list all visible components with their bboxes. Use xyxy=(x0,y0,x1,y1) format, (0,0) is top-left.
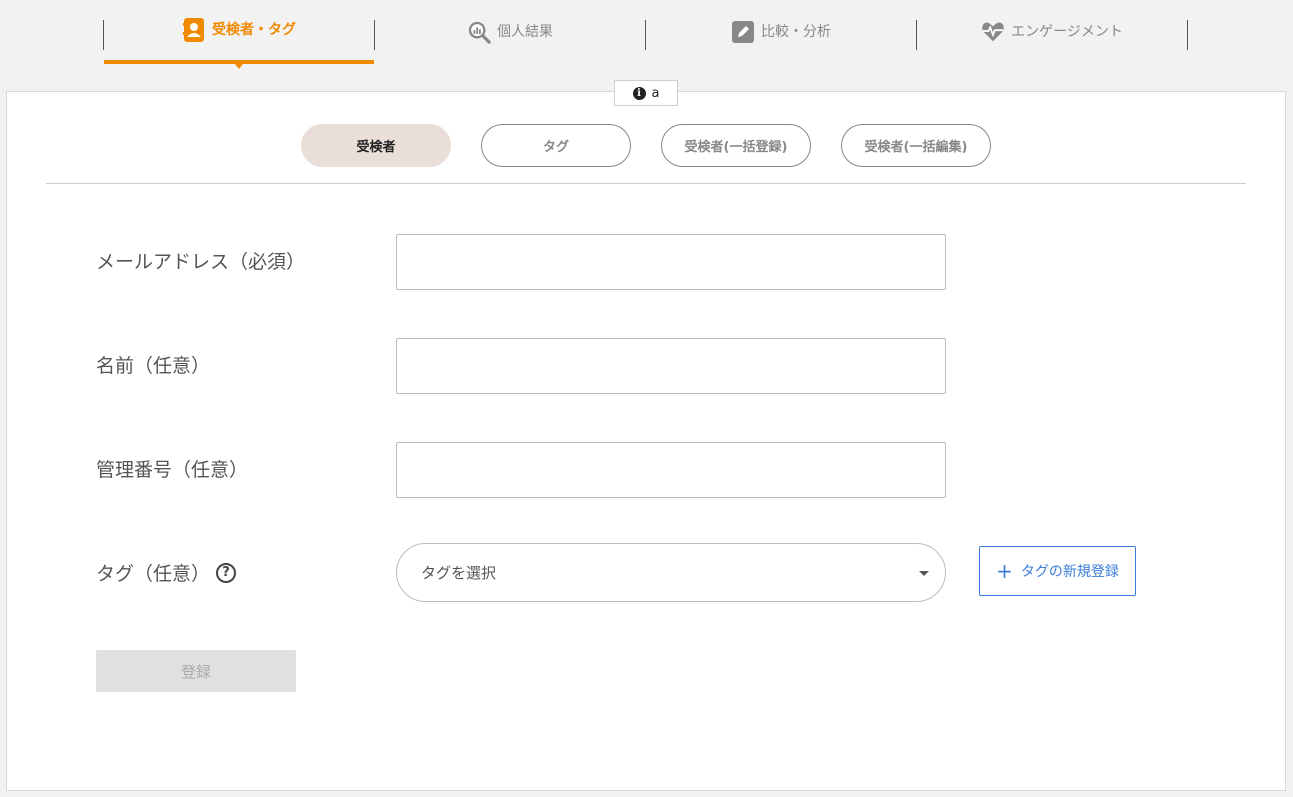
subtab-bulk-edit[interactable]: 受検者(一括編集) xyxy=(841,124,991,167)
tab-label: 比較・分析 xyxy=(761,24,831,40)
tab-examinees-tags[interactable]: 受検者・タグ xyxy=(104,0,374,69)
magnify-chart-icon xyxy=(467,20,491,44)
subtab-group: 受検者 タグ 受検者(一括登録) 受検者(一括編集) xyxy=(301,124,991,167)
tab-engagement[interactable]: エンゲージメント xyxy=(917,0,1187,64)
email-label: メールアドレス（必須） xyxy=(96,251,306,273)
top-navigation: 受検者・タグ 個人結果 比較・分析 エンゲージメント xyxy=(0,0,1293,69)
subtab-tag[interactable]: タグ xyxy=(481,124,631,167)
section-divider xyxy=(46,183,1246,184)
pencil-square-icon xyxy=(731,20,755,44)
info-chip-label: a xyxy=(651,85,660,101)
heartbeat-icon xyxy=(981,20,1005,44)
email-field[interactable] xyxy=(396,234,946,290)
nav-divider xyxy=(1187,20,1188,50)
plus-icon: + xyxy=(996,559,1013,583)
contact-book-icon xyxy=(182,18,206,42)
register-button[interactable]: 登録 xyxy=(96,650,296,692)
new-tag-button-label: タグの新規登録 xyxy=(1020,564,1119,580)
info-chip[interactable]: i a xyxy=(614,80,678,106)
subtab-examinee[interactable]: 受検者 xyxy=(301,124,451,167)
tab-label: 受検者・タグ xyxy=(212,22,296,38)
management-id-label: 管理番号（任意） xyxy=(96,459,249,481)
tag-label-row: タグ（任意） ? xyxy=(96,559,237,586)
name-label: 名前（任意） xyxy=(96,355,211,377)
main-panel: 受検者 タグ 受検者(一括登録) 受検者(一括編集) メールアドレス（必須） 名… xyxy=(6,91,1286,791)
management-id-field[interactable] xyxy=(396,442,946,498)
tab-label: エンゲージメント xyxy=(1011,24,1123,40)
info-icon: i xyxy=(632,86,646,100)
subtab-bulk-register[interactable]: 受検者(一括登録) xyxy=(661,124,811,167)
caret-down-icon xyxy=(919,571,929,576)
tag-select[interactable]: タグを選択 xyxy=(396,543,946,602)
tab-label: 個人結果 xyxy=(497,24,553,40)
tag-select-placeholder: タグを選択 xyxy=(421,564,497,582)
tag-label: タグ（任意） xyxy=(96,563,211,585)
tab-individual-results[interactable]: 個人結果 xyxy=(375,0,645,64)
help-icon[interactable]: ? xyxy=(216,562,237,583)
tab-compare-analyze[interactable]: 比較・分析 xyxy=(646,0,916,64)
name-field[interactable] xyxy=(396,338,946,394)
new-tag-button[interactable]: + タグの新規登録 xyxy=(979,546,1136,596)
